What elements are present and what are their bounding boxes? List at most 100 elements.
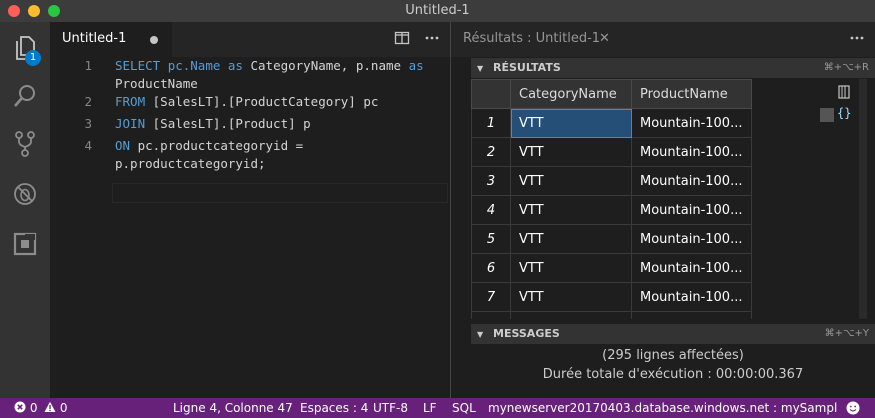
collapse-arrow-icon: ▼: [477, 64, 484, 73]
results-tab-label[interactable]: Résultats : Untitled-1: [463, 31, 600, 46]
cursor-position[interactable]: Ligne 4, Colonne 47: [173, 398, 293, 418]
feedback-smiley-icon[interactable]: [846, 401, 860, 415]
row-number: 6: [471, 253, 511, 283]
product-cell[interactable]: Mountain-100...: [631, 195, 752, 225]
results-grid[interactable]: CategoryName ProductName 1 VTT Mountain-10…: [471, 79, 753, 319]
source-control-icon: [15, 131, 35, 157]
results-scrollbar[interactable]: [859, 79, 867, 319]
results-section-header[interactable]: ▼ RÉSULTATS ⌘+⌥+R: [471, 58, 875, 78]
error-count: 0: [29, 401, 38, 415]
window-title: Untitled-1: [405, 3, 470, 18]
code-line: JOIN [SalesLT].[Product] p: [115, 116, 311, 131]
code-line: ProductName: [115, 76, 198, 91]
category-cell[interactable]: VTT: [510, 253, 632, 283]
editor-tab-bar: Untitled-1: [50, 22, 450, 57]
category-cell[interactable]: VTT: [510, 166, 632, 196]
more-actions-icon[interactable]: [849, 30, 865, 46]
warning-icon: [44, 401, 56, 412]
results-pane: Résultats : Untitled-1 ✕ ▼ RÉSULTATS ⌘+⌥…: [451, 22, 875, 398]
table-row[interactable]: 6 VTT Mountain-100...: [471, 253, 752, 283]
editor-group: Untitled-1 1 2 3 4 SELECT pc.Name as Cat…: [50, 22, 450, 398]
explorer-badge: 1: [25, 50, 41, 66]
row-number: 7: [471, 282, 511, 312]
end-of-line[interactable]: LF: [423, 398, 437, 418]
messages-section-title: MESSAGES: [493, 327, 560, 340]
messages-shortcut: ⌘+⌥+Y: [824, 328, 869, 339]
results-shortcut: ⌘+⌥+R: [823, 62, 869, 73]
search-icon: [14, 85, 35, 107]
warnings-indicator[interactable]: 0: [44, 398, 67, 418]
code-line: p.productcategoryid;: [115, 156, 266, 171]
product-cell[interactable]: Mountain-100...: [631, 137, 752, 167]
extensions-icon: [13, 232, 37, 256]
table-row[interactable]: 2 VTT Mountain-100...: [471, 137, 752, 167]
encoding[interactable]: UTF-8: [373, 398, 408, 418]
unsaved-dot-icon[interactable]: [150, 36, 158, 44]
zoom-window-button[interactable]: [48, 5, 60, 17]
minimize-window-button[interactable]: [28, 5, 40, 17]
table-row[interactable]: 7 VTT Mountain-100...: [471, 282, 752, 312]
more-actions-icon[interactable]: [424, 30, 440, 46]
table-row[interactable]: 3 VTT Mountain-100...: [471, 166, 752, 196]
warning-count: 0: [59, 401, 68, 415]
errors-indicator[interactable]: 0: [14, 398, 37, 418]
tab-untitled-1[interactable]: Untitled-1: [50, 22, 172, 57]
save-json-icon[interactable]: {}: [837, 106, 851, 120]
product-cell[interactable]: Mountain-100...: [631, 108, 752, 138]
close-window-button[interactable]: [8, 5, 20, 17]
collapse-arrow-icon: ▼: [477, 330, 484, 339]
row-number-header: [471, 79, 511, 109]
connection-info[interactable]: mynewserver20170403.database.windows.net…: [488, 398, 837, 418]
category-cell[interactable]: VTT: [510, 108, 632, 138]
table-row[interactable]: 1 VTT Mountain-100...: [471, 108, 752, 138]
results-tab-bar: Résultats : Untitled-1 ✕: [451, 22, 875, 57]
row-number: 5: [471, 224, 511, 254]
row-number: 8: [471, 311, 511, 319]
column-header[interactable]: CategoryName: [510, 79, 632, 109]
source-control-button[interactable]: [0, 120, 50, 168]
messages-section-header[interactable]: ▼ MESSAGES ⌘+⌥+Y: [471, 324, 875, 344]
line-number: 4: [84, 138, 92, 153]
product-cell[interactable]: Mountain-100...: [631, 224, 752, 254]
code-line: ON pc.productcategoryid =: [115, 138, 304, 153]
table-row[interactable]: 4 VTT Mountain-100...: [471, 195, 752, 225]
current-line-highlight: [112, 183, 448, 203]
category-cell[interactable]: VTT: [510, 224, 632, 254]
language-mode[interactable]: SQL: [452, 398, 476, 418]
category-cell[interactable]: VTT: [510, 311, 632, 319]
explorer-button[interactable]: 1: [0, 24, 50, 72]
activity-bar: 1: [0, 22, 50, 398]
product-cell[interactable]: Mountain-100...: [631, 282, 752, 312]
row-number: 3: [471, 166, 511, 196]
row-number: 4: [471, 195, 511, 225]
message-duration: Durée totale d'exécution : 00:00:00.367: [542, 367, 804, 382]
tab-label: Untitled-1: [62, 31, 127, 46]
title-bar: Untitled-1: [0, 0, 875, 22]
save-csv-icon[interactable]: [837, 84, 851, 100]
product-cell[interactable]: Mountain-100...: [631, 253, 752, 283]
status-bar: 0 0 Ligne 4, Colonne 47 Espaces : 4 UTF-…: [0, 398, 875, 418]
code-line: SELECT pc.Name as CategoryName, p.name a…: [115, 58, 424, 73]
table-row[interactable]: 5 VTT Mountain-100...: [471, 224, 752, 254]
product-cell[interactable]: Mountain-100...: [631, 311, 752, 319]
line-number: 1: [84, 58, 92, 73]
extensions-button[interactable]: [0, 220, 50, 268]
category-cell[interactable]: VTT: [510, 195, 632, 225]
code-line: FROM [SalesLT].[ProductCategory] pc: [115, 94, 379, 109]
debug-button[interactable]: [0, 170, 50, 218]
row-number: 1: [471, 108, 511, 138]
category-cell[interactable]: VTT: [510, 137, 632, 167]
message-rows-affected: (295 lignes affectées): [602, 348, 744, 363]
grid-swatch-icon[interactable]: [820, 108, 834, 122]
close-tab-icon[interactable]: ✕: [599, 31, 610, 46]
column-header[interactable]: ProductName: [631, 79, 752, 109]
category-cell[interactable]: VTT: [510, 282, 632, 312]
indentation[interactable]: Espaces : 4: [300, 398, 368, 418]
debug-icon: [14, 183, 36, 205]
split-editor-icon[interactable]: [394, 30, 410, 46]
table-row[interactable]: 8VTTMountain-100...: [471, 311, 752, 319]
search-button[interactable]: [0, 72, 50, 120]
error-icon: [14, 401, 26, 413]
product-cell[interactable]: Mountain-100...: [631, 166, 752, 196]
row-number: 2: [471, 137, 511, 167]
